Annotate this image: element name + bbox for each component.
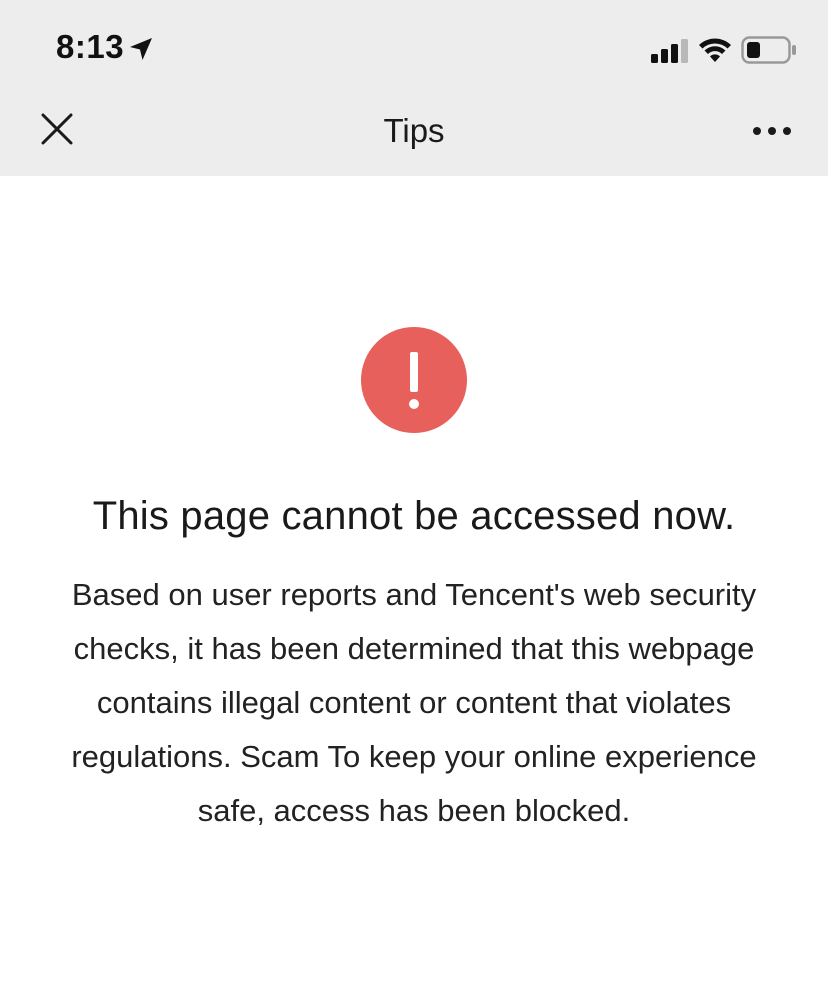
blocked-page-content: This page cannot be accessed now. Based … (0, 176, 828, 1000)
wifi-icon (699, 37, 731, 63)
more-dots-icon (752, 123, 792, 141)
battery-icon (741, 36, 797, 64)
top-chrome: 8:13 Tips (0, 0, 828, 176)
status-bar: 8:13 (0, 0, 828, 100)
more-options-button[interactable] (745, 108, 799, 156)
error-message: Based on user reports and Tencent's web … (71, 577, 757, 828)
location-arrow-icon (128, 36, 154, 62)
cellular-signal-icon (651, 39, 689, 63)
exclamation-icon (360, 326, 468, 434)
status-time: 8:13 (56, 28, 125, 65)
screen: 8:13 Tips This page cannot be accessed n… (0, 0, 828, 1000)
error-heading: This page cannot be accessed now. (92, 494, 736, 538)
page-title: Tips (383, 112, 445, 149)
nav-bar: Tips (0, 100, 828, 176)
